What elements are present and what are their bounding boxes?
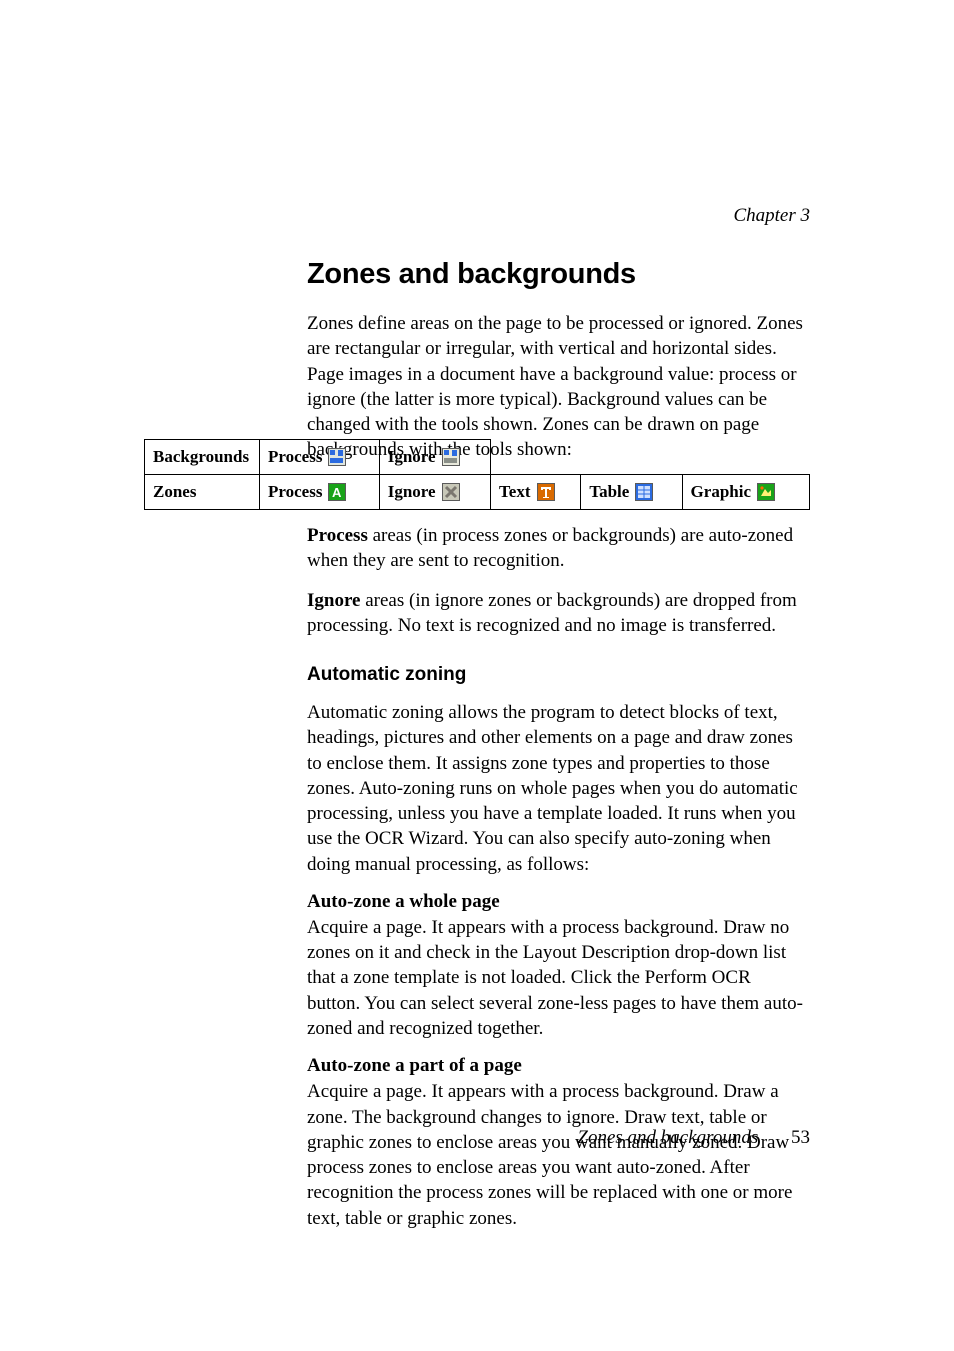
cell-bg-process: Process (260, 440, 380, 475)
cell-label: Process (268, 482, 322, 502)
footer-page-number: 53 (791, 1127, 810, 1148)
page: Chapter 3 Zones and backgrounds Zones de… (0, 0, 954, 1351)
cell-label: Table (589, 482, 629, 502)
cell-zone-table: Table (581, 475, 682, 510)
cell-zone-text: Text (491, 475, 581, 510)
process-paragraph: Process areas (in process zones or backg… (307, 523, 807, 574)
auto-zone-part-heading: Auto-zone a part of a page (307, 1055, 807, 1077)
svg-text:A: A (332, 485, 342, 500)
cell-zone-graphic: Graphic (682, 475, 809, 510)
automatic-zoning-heading: Automatic zoning (307, 664, 807, 686)
cell-bg-ignore: Ignore (379, 440, 490, 475)
ignore-rest: areas (in ignore zones or backgrounds) a… (307, 590, 797, 636)
cell-label: Text (499, 482, 531, 502)
auto-zone-whole-body: Acquire a page. It appears with a proces… (307, 915, 807, 1041)
zone-table-icon (635, 483, 653, 501)
zone-tool-table: Backgrounds Process Igno (144, 439, 810, 510)
cell-zone-process: Process A (260, 475, 380, 510)
row-label-backgrounds: Backgrounds (145, 440, 260, 475)
cell-label: Ignore (388, 482, 436, 502)
footer-section-label: Zones and backgrounds (577, 1127, 758, 1148)
bg-process-icon (328, 448, 346, 466)
ignore-label: Ignore (307, 590, 360, 611)
zone-ignore-icon (442, 483, 460, 501)
zone-process-icon: A (328, 483, 346, 501)
ignore-paragraph: Ignore areas (in ignore zones or backgro… (307, 588, 807, 639)
cell-zone-ignore: Ignore (379, 475, 490, 510)
page-title: Zones and backgrounds (307, 258, 807, 291)
cell-label: Graphic (691, 482, 751, 502)
cell-label: Process (268, 447, 322, 467)
table-row: Backgrounds Process Igno (145, 440, 810, 475)
auto-zone-part-body: Acquire a page. It appears with a proces… (307, 1079, 807, 1231)
cell-label: Ignore (388, 447, 436, 467)
table-row: Zones Process A Ignore (145, 475, 810, 510)
row-label-zones: Zones (145, 475, 260, 510)
zone-graphic-icon (757, 483, 775, 501)
process-rest: areas (in process zones or backgrounds) … (307, 525, 793, 571)
page-footer: Zones and backgrounds 53 (577, 1127, 810, 1149)
process-label: Process (307, 525, 368, 546)
bg-ignore-icon (442, 448, 460, 466)
chapter-label: Chapter 3 (733, 205, 810, 227)
zone-text-icon (537, 483, 555, 501)
automatic-zoning-body: Automatic zoning allows the program to d… (307, 700, 807, 877)
auto-zone-whole-heading: Auto-zone a whole page (307, 891, 807, 913)
